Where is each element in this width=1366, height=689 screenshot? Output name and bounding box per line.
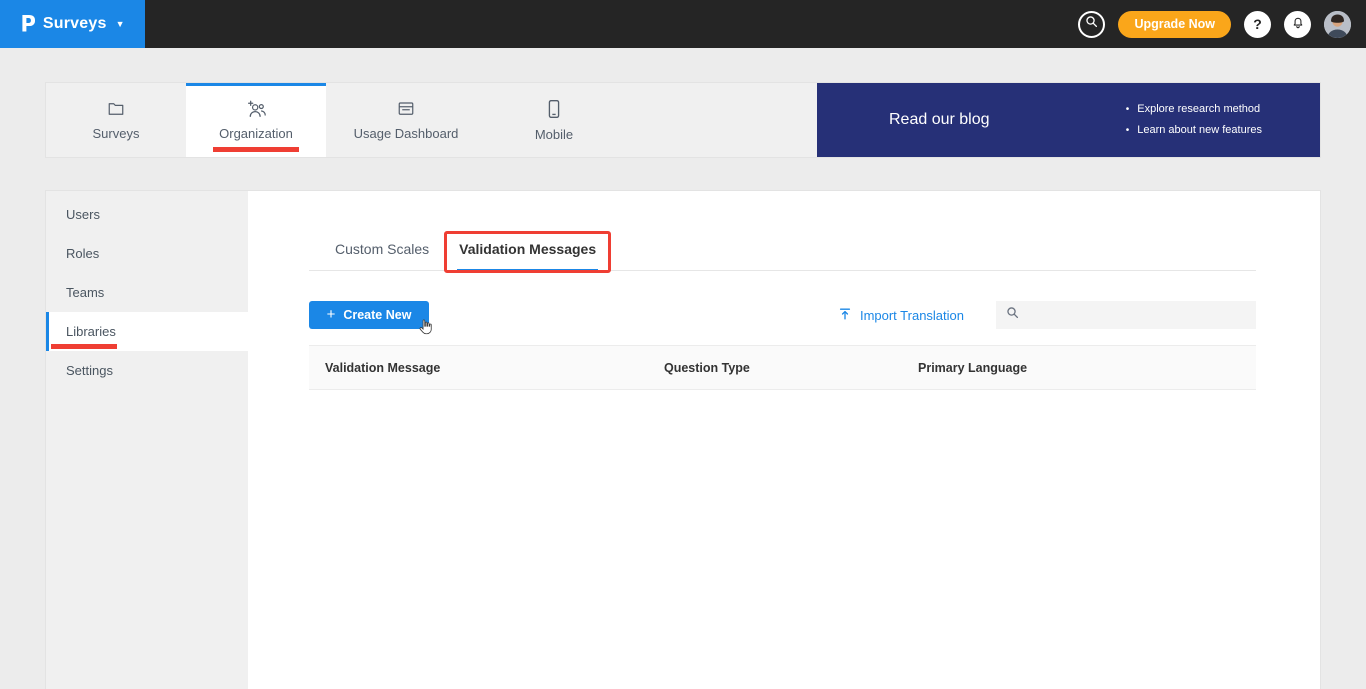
table-search (996, 301, 1256, 329)
app-switcher[interactable]: P Surveys ▼ (0, 0, 145, 48)
bell-icon (1291, 16, 1305, 33)
add-people-icon (245, 100, 267, 121)
help-button[interactable]: ? (1244, 10, 1271, 38)
sidebar-item-label: Libraries (66, 324, 116, 339)
import-translation-link[interactable]: Import Translation (838, 307, 964, 324)
sidebar-item-label: Teams (66, 285, 105, 300)
banner-bullet-item: • Explore research method (1126, 99, 1262, 120)
import-icon (838, 307, 852, 324)
blog-banner-title[interactable]: Read our blog (889, 111, 990, 129)
column-header-primary-language: Primary Language (918, 360, 1028, 375)
tab-label: Custom Scales (335, 241, 430, 257)
toolbar: + Create New Import Translation (309, 301, 1256, 329)
upgrade-now-button[interactable]: Upgrade Now (1118, 10, 1231, 38)
libraries-content: Custom Scales Validation Messages + Crea… (248, 191, 1320, 689)
topbar: P Surveys ▼ Upgrade Now ? (0, 0, 1366, 48)
bullet-dot: • (1125, 125, 1130, 136)
settings-sidebar: Users Roles Teams Libraries Settings (46, 191, 248, 689)
nav-tab-label: Usage Dashboard (353, 125, 459, 141)
user-avatar[interactable] (1324, 10, 1351, 38)
avatar-image (1324, 10, 1351, 38)
annotation-underline-organization (213, 147, 299, 152)
nav-tab-usage-dashboard[interactable]: Usage Dashboard (326, 83, 486, 157)
search-icon (1006, 306, 1019, 324)
blog-banner: Read our blog • Explore research method … (817, 83, 1320, 157)
topbar-actions: Upgrade Now ? (1078, 10, 1366, 38)
nav-tab-label: Surveys (92, 125, 140, 141)
bullet-dot: • (1125, 104, 1130, 115)
library-tabs: Custom Scales Validation Messages (309, 231, 1256, 273)
plus-icon: + (326, 306, 336, 323)
sidebar-item-settings[interactable]: Settings (46, 351, 248, 390)
sidebar-item-users[interactable]: Users (46, 195, 248, 234)
sidebar-item-teams[interactable]: Teams (46, 273, 248, 312)
sidebar-item-roles[interactable]: Roles (46, 234, 248, 273)
nav-tab-label: Mobile (534, 126, 574, 142)
question-mark-icon: ? (1253, 16, 1262, 32)
search-icon (1085, 15, 1098, 33)
search-input[interactable] (1026, 306, 1256, 324)
notifications-button[interactable] (1284, 10, 1311, 38)
main-panel: Users Roles Teams Libraries Settings Cus… (45, 190, 1321, 689)
nav-tab-organization[interactable]: Organization (186, 83, 326, 157)
search-button[interactable] (1078, 10, 1106, 38)
tab-custom-scales[interactable]: Custom Scales (333, 231, 431, 270)
tab-label: Validation Messages (459, 241, 597, 257)
blog-banner-bullets: • Explore research method • Learn about … (1126, 99, 1262, 141)
mobile-icon (547, 99, 561, 122)
app-name: Surveys (42, 15, 107, 32)
chevron-down-icon: ▼ (115, 19, 125, 29)
folder-icon (106, 100, 126, 121)
sidebar-item-libraries[interactable]: Libraries (46, 312, 248, 351)
banner-bullet-item: • Learn about new features (1126, 120, 1262, 141)
create-new-button[interactable]: + Create New (309, 301, 429, 329)
nav-tab-label: Organization (219, 125, 293, 141)
import-translation-label: Import Translation (859, 307, 964, 323)
questionpro-logo-icon: P (20, 11, 36, 37)
primary-nav: Surveys Organization Usage Dashboard Mob… (45, 82, 1321, 158)
tab-validation-messages[interactable]: Validation Messages (444, 231, 612, 273)
sidebar-item-label: Users (66, 207, 100, 222)
create-new-label: Create New (343, 308, 412, 322)
sidebar-item-label: Roles (66, 246, 100, 261)
sidebar-item-label: Settings (66, 363, 113, 378)
column-header-question-type: Question Type (664, 360, 750, 375)
banner-bullet-text: Explore research method (1137, 103, 1261, 115)
nav-tab-surveys[interactable]: Surveys (46, 83, 186, 157)
annotation-underline-libraries (51, 344, 117, 349)
banner-bullet-text: Learn about new features (1137, 124, 1262, 136)
column-header-validation-message: Validation Message (325, 360, 441, 375)
validation-table-header: Validation Message Question Type Primary… (309, 345, 1256, 390)
nav-tab-mobile[interactable]: Mobile (486, 83, 622, 157)
dashboard-icon (396, 100, 416, 121)
